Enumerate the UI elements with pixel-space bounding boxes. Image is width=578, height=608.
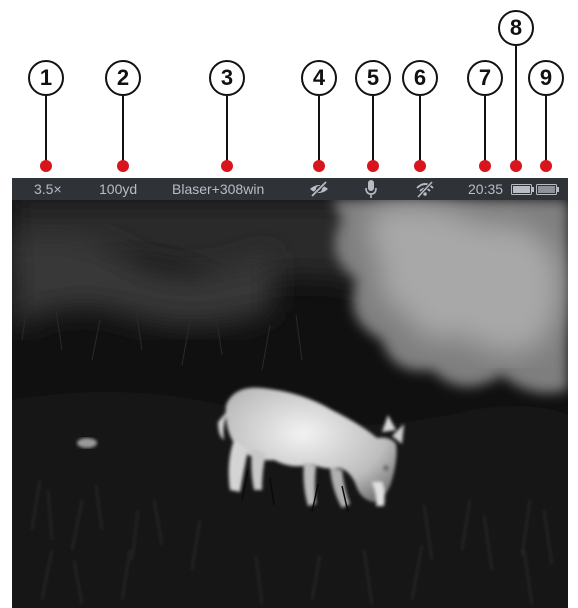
callout-2: 2	[105, 60, 145, 172]
battery-icon	[511, 184, 535, 195]
callout-dot	[367, 160, 379, 172]
callout-markers: 1 2 3 4 5 6 7 8 9	[0, 0, 578, 178]
ballistic-profile: Blaser+308win	[172, 181, 265, 197]
microphone-icon	[364, 179, 378, 199]
callout-number: 5	[355, 60, 391, 96]
callout-number: 6	[402, 60, 438, 96]
distance-indicator: 100yd	[99, 181, 138, 197]
callout-number: 3	[209, 60, 245, 96]
callout-line	[419, 96, 421, 164]
callout-9: 9	[528, 60, 568, 172]
callout-line	[545, 96, 547, 164]
callout-dot	[313, 160, 325, 172]
eye-off-icon	[308, 180, 330, 198]
external-battery-icon	[536, 184, 560, 195]
callout-dot	[117, 160, 129, 172]
status-bar: 3.5× 100yd Blaser+308win 20:35	[12, 178, 568, 200]
callout-1: 1	[28, 60, 68, 172]
callout-line	[484, 96, 486, 164]
callout-6: 6	[402, 60, 442, 172]
thermal-image	[12, 200, 568, 608]
wifi-off-icon	[415, 180, 435, 198]
callout-line	[45, 96, 47, 164]
callout-8: 8	[498, 10, 538, 172]
callout-dot	[540, 160, 552, 172]
callout-number: 7	[467, 60, 503, 96]
callout-dot	[479, 160, 491, 172]
zoom-indicator: 3.5×	[34, 181, 62, 197]
callout-dot	[510, 160, 522, 172]
callout-dot	[414, 160, 426, 172]
clock: 20:35	[468, 181, 504, 197]
callout-number: 4	[301, 60, 337, 96]
callout-line	[122, 96, 124, 164]
callout-3: 3	[209, 60, 249, 172]
callout-7: 7	[467, 60, 507, 172]
callout-4: 4	[301, 60, 341, 172]
callout-number: 1	[28, 60, 64, 96]
callout-dot	[221, 160, 233, 172]
callout-line	[226, 96, 228, 164]
callout-5: 5	[355, 60, 395, 172]
callout-number: 9	[528, 60, 564, 96]
callout-number: 8	[498, 10, 534, 46]
thermal-viewfinder	[12, 200, 568, 608]
callout-line	[515, 46, 517, 164]
callout-line	[372, 96, 374, 164]
callout-dot	[40, 160, 52, 172]
callout-number: 2	[105, 60, 141, 96]
callout-line	[318, 96, 320, 164]
